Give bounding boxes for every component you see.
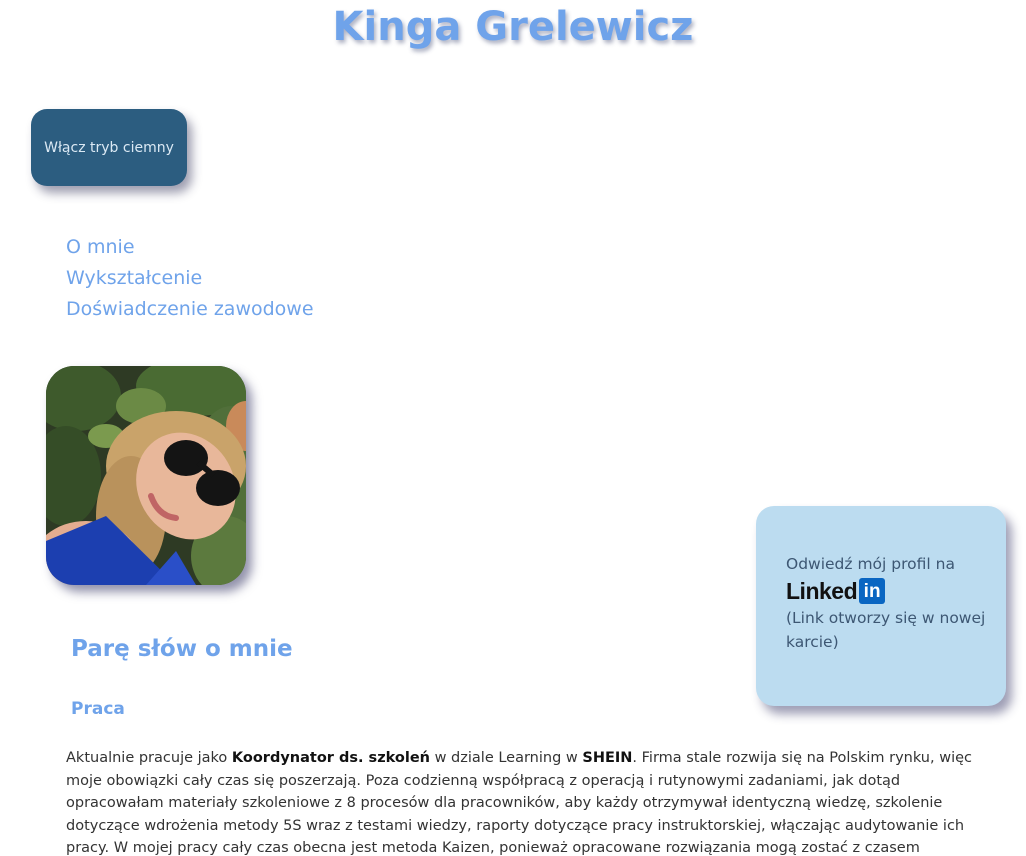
work-paragraph: Aktualnie pracuje jako Koordynator ds. s… bbox=[66, 747, 996, 856]
linkedin-logo-link[interactable]: Linked in bbox=[786, 578, 886, 604]
section-nav: O mnie Wykształcenie Doświadczenie zawod… bbox=[66, 232, 314, 325]
nav-link-education[interactable]: Wykształcenie bbox=[66, 267, 202, 289]
profile-photo bbox=[46, 366, 246, 585]
linkedin-logo-word: Linked bbox=[786, 578, 858, 604]
job-title: Koordynator ds. szkoleń bbox=[231, 750, 430, 766]
profile-photo-image bbox=[46, 366, 246, 585]
nav-item-about: O mnie bbox=[66, 232, 314, 263]
nav-link-experience[interactable]: Doświadczenie zawodowe bbox=[66, 298, 314, 320]
nav-link-about[interactable]: O mnie bbox=[66, 236, 135, 258]
work-heading: Praca bbox=[71, 699, 125, 719]
linkedin-intro-text: Odwiedź mój profil na bbox=[786, 555, 955, 573]
work-text-2: w dziale Learning w bbox=[429, 750, 583, 766]
dark-mode-toggle-button[interactable]: Włącz tryb ciemny bbox=[31, 109, 187, 186]
page: Kinga Grelewicz Włącz tryb ciemny O mnie… bbox=[0, 0, 1026, 856]
nav-item-experience: Doświadczenie zawodowe bbox=[66, 294, 314, 325]
linkedin-card: Odwiedź mój profil na Linked in (Link otw… bbox=[756, 506, 1006, 706]
linkedin-new-tab-note: (Link otworzy się w nowej karcie) bbox=[786, 609, 986, 651]
work-text-1: Aktualnie pracuje jako bbox=[66, 750, 232, 766]
company-name: SHEIN bbox=[582, 750, 633, 766]
nav-item-education: Wykształcenie bbox=[66, 263, 314, 294]
site-title: Kinga Grelewicz bbox=[332, 4, 694, 50]
about-heading: Parę słów o mnie bbox=[71, 636, 293, 662]
linkedin-icon: in bbox=[859, 578, 886, 604]
